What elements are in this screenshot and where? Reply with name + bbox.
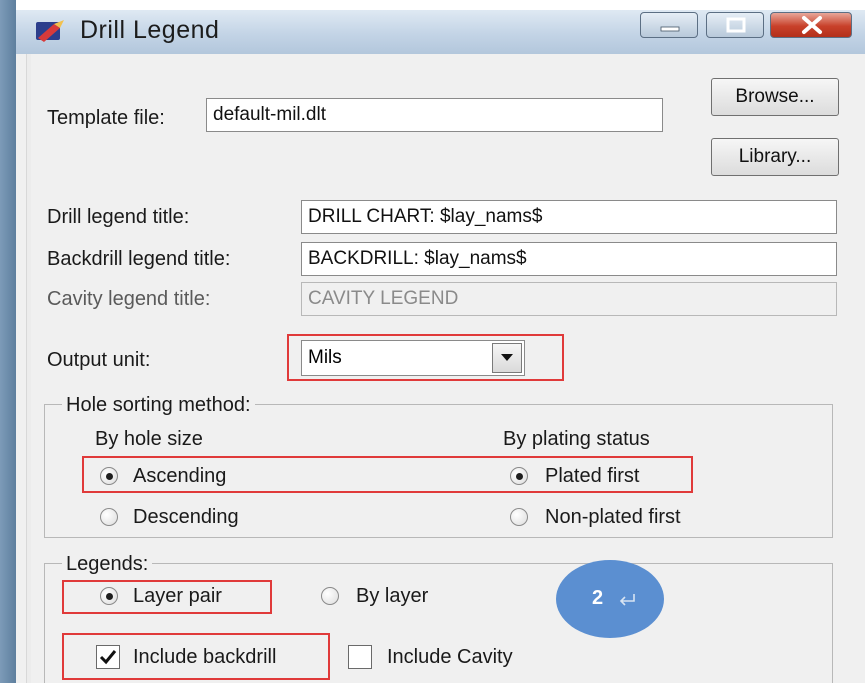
maximize-icon (726, 17, 746, 33)
descending-label[interactable]: Descending (133, 505, 239, 529)
descending-radio[interactable] (100, 508, 118, 526)
by-plating-status-heading: By plating status (503, 428, 650, 450)
drill-legend-title-label: Drill legend title: (47, 206, 190, 228)
return-arrow-icon (616, 592, 638, 613)
output-unit-highlight (287, 334, 564, 381)
output-unit-label: Output unit: (47, 349, 151, 371)
window-left-edge (0, 0, 16, 683)
step-badge (556, 560, 664, 638)
non-plated-first-radio[interactable] (510, 508, 528, 526)
minimize-button[interactable] (640, 12, 698, 38)
include-backdrill-highlight (62, 633, 330, 680)
legends-title: Legends: (62, 552, 153, 576)
sorting-highlight (82, 456, 693, 493)
backdrill-legend-title-input[interactable]: BACKDRILL: $lay_nams$ (301, 242, 837, 276)
library-button[interactable]: Library... (711, 138, 839, 176)
template-file-label: Template file: (47, 107, 165, 129)
by-hole-size-heading: By hole size (95, 428, 203, 450)
by-layer-label[interactable]: By layer (356, 584, 428, 608)
maximize-button[interactable] (706, 12, 764, 38)
close-button[interactable] (770, 12, 852, 38)
cavity-legend-title-input: CAVITY LEGEND (301, 282, 837, 316)
backdrill-legend-title-label: Backdrill legend title: (47, 248, 231, 270)
dialog-left-frame (26, 54, 31, 683)
step-badge-number: 2 (592, 587, 604, 609)
close-icon (802, 16, 822, 34)
drill-app-icon (34, 18, 68, 46)
window-title: Drill Legend (80, 16, 220, 44)
drill-legend-title-input[interactable]: DRILL CHART: $lay_nams$ (301, 200, 837, 234)
non-plated-first-label[interactable]: Non-plated first (545, 505, 681, 529)
hole-sorting-title: Hole sorting method: (62, 393, 255, 417)
include-cavity-label[interactable]: Include Cavity (387, 645, 513, 669)
by-layer-radio[interactable] (321, 587, 339, 605)
layer-pair-highlight (62, 580, 272, 614)
minimize-icon (660, 26, 680, 32)
cavity-legend-title-label: Cavity legend title: (47, 288, 211, 310)
include-cavity-checkbox[interactable] (348, 645, 372, 669)
template-file-input[interactable]: default-mil.dlt (206, 98, 663, 132)
browse-button[interactable]: Browse... (711, 78, 839, 116)
